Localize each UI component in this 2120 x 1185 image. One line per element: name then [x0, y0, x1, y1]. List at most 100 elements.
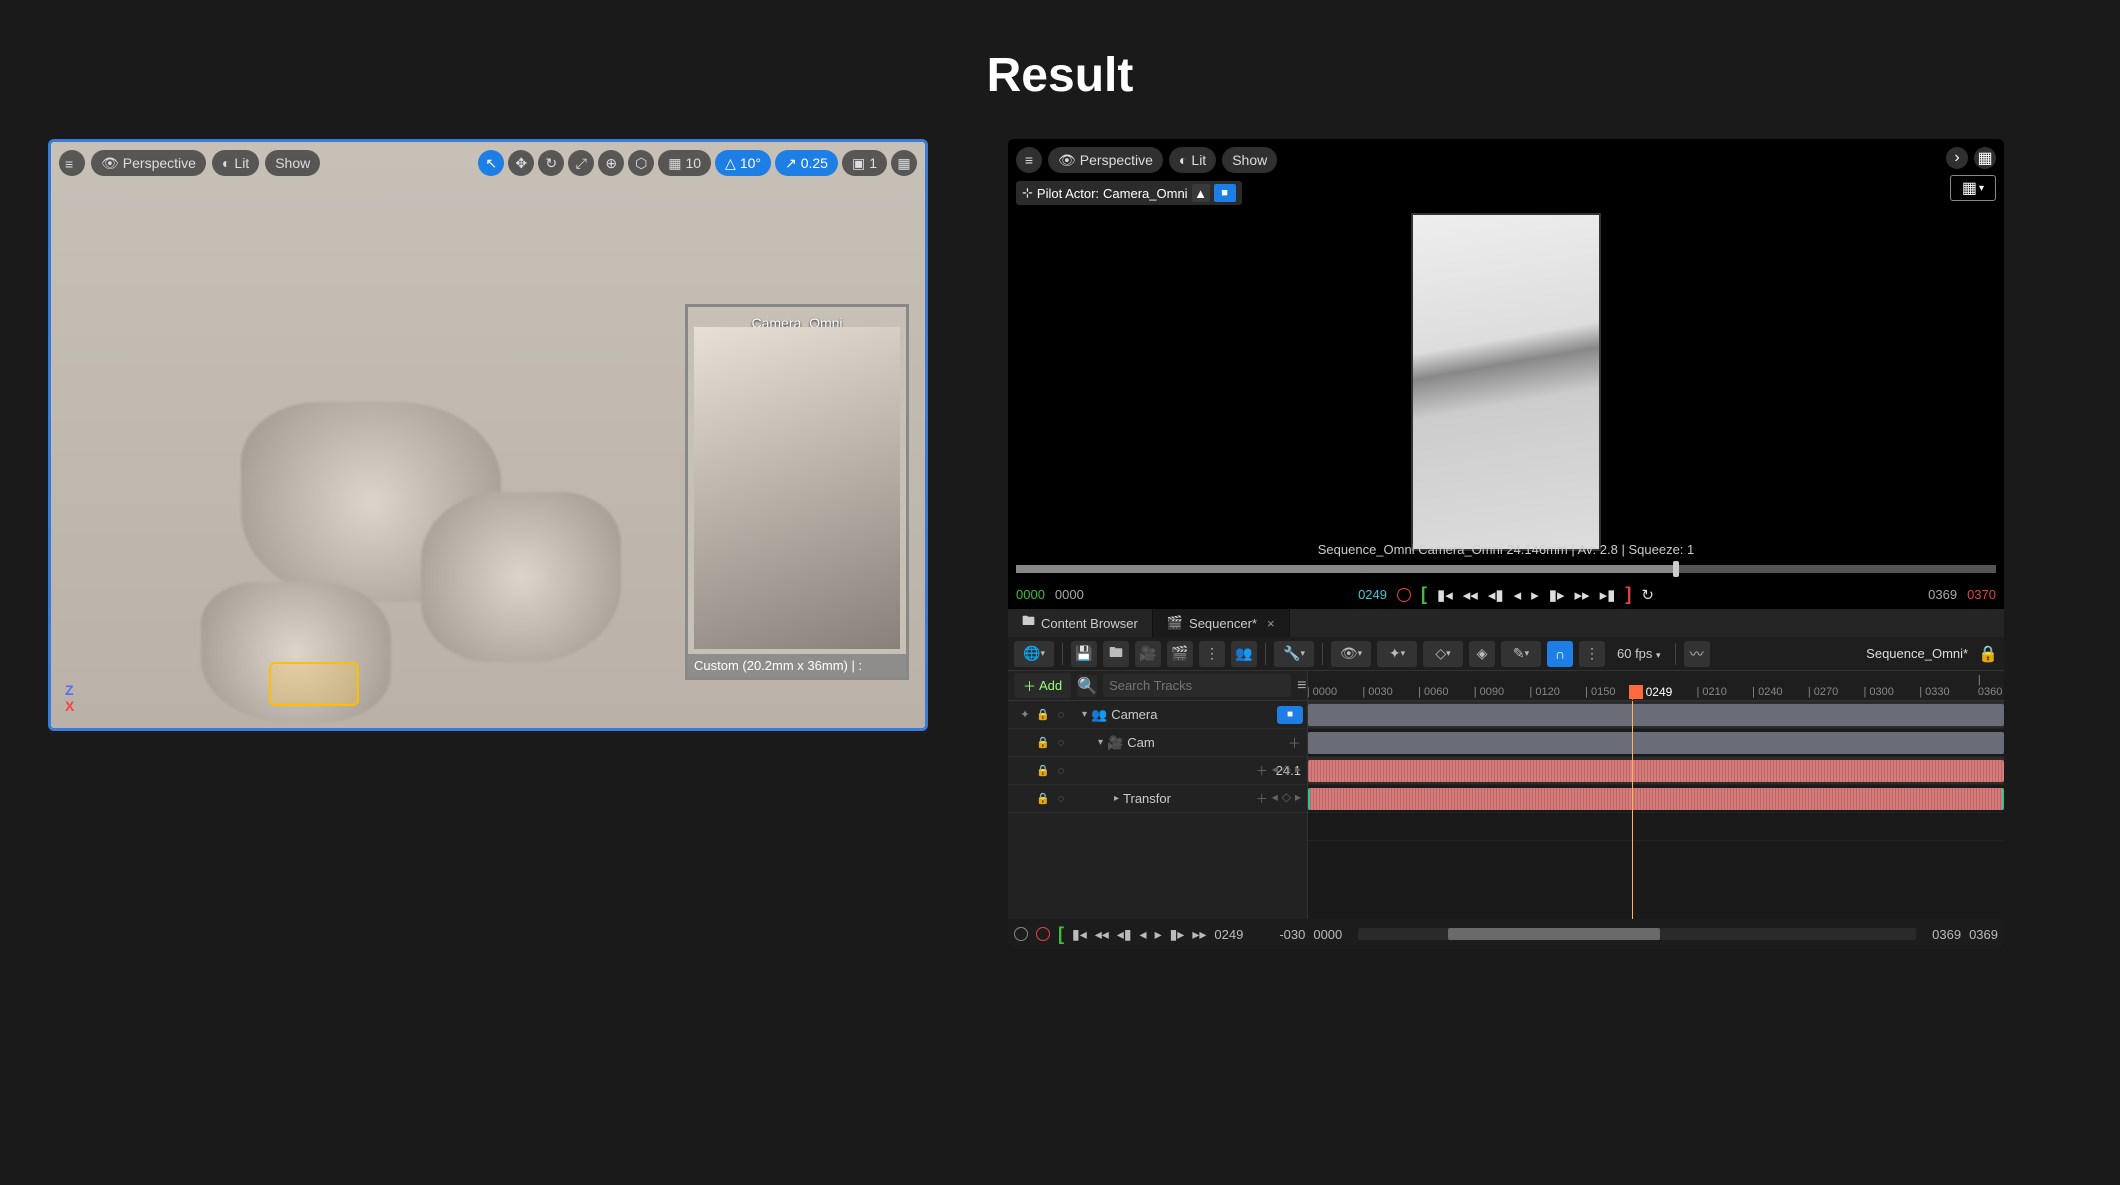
wrench-dropdown[interactable]: 🔧▾ [1274, 641, 1314, 667]
range-in-button[interactable]: [ [1058, 924, 1064, 945]
translate-tool[interactable]: ✥ [508, 150, 534, 176]
show-dropdown[interactable]: Show [265, 150, 320, 176]
eye-dropdown[interactable]: 👁▾ [1331, 641, 1371, 667]
select-tool[interactable]: ↖ [478, 150, 504, 176]
frame-forward-button[interactable]: ▮▸ [1549, 586, 1565, 604]
viewport-menu-button[interactable]: ≡ [1016, 147, 1042, 173]
lock-icon[interactable]: 🔒 [1034, 792, 1052, 805]
director-button[interactable]: 🎬 [1167, 641, 1193, 667]
go-to-end-button[interactable]: ▸▮ [1600, 586, 1616, 604]
play-button[interactable]: ▸ [1531, 586, 1539, 604]
solo-icon[interactable]: ◌ [1052, 765, 1070, 777]
go-to-start-button[interactable]: ▮◂ [1072, 926, 1087, 943]
play-reverse-button[interactable]: ◂ [1514, 586, 1522, 604]
scale-tool[interactable]: ⤢ [568, 150, 594, 176]
add-key-button[interactable]: ＋ [1288, 733, 1301, 752]
track-row-transform[interactable]: 🔒◌ ▸ Transfor ＋◂◇▸ [1008, 785, 1307, 813]
start-frame-green[interactable]: 0000 [1016, 587, 1045, 602]
save-button[interactable]: 💾 [1071, 641, 1097, 667]
play-button[interactable]: ▸ [1155, 926, 1162, 943]
curve-editor-button[interactable]: 〰 [1684, 641, 1710, 667]
rotate-tool[interactable]: ↻ [538, 150, 564, 176]
show-dropdown[interactable]: Show [1222, 147, 1277, 173]
clip-row-focal-length[interactable] [1308, 757, 2004, 785]
search-tracks-input[interactable] [1103, 674, 1291, 697]
step-forward-button[interactable]: ▸▸ [1192, 926, 1206, 943]
chevron-down-icon[interactable]: ▾ [1082, 709, 1087, 720]
play-reverse-button[interactable]: ◂ [1140, 926, 1147, 943]
snap-toggle[interactable]: ∩ [1547, 641, 1573, 667]
surface-snap-toggle[interactable]: ⬡ [628, 150, 654, 176]
track-row-camera[interactable]: 🔒◌ ▾ 🎥 Cam ＋ [1008, 729, 1307, 757]
viewport-menu-button[interactable]: ≡ [59, 150, 85, 176]
lock-icon[interactable]: 🔒 [1034, 708, 1052, 721]
camera-active-button[interactable]: ■ [1214, 184, 1236, 202]
world-dropdown[interactable]: 🌐▾ [1014, 641, 1054, 667]
timeline-ruler[interactable]: | 0000| 0030| 0060| 0090| 0120| 0150| 01… [1308, 671, 2004, 701]
record-button[interactable] [1036, 927, 1050, 941]
keyframe-controls[interactable]: ＋◂◇▸ [1256, 762, 1301, 779]
viewport-left[interactable]: ≡ 👁Perspective ◐Lit Show ↖ ✥ ↻ ⤢ ⊕ ⬡ ▦10… [48, 139, 928, 731]
eject-pilot-button[interactable]: ▲ [1192, 184, 1210, 202]
solo-icon[interactable]: ◌ [1052, 737, 1070, 749]
cinematic-viewport[interactable]: ≡ 👁Perspective ◐Lit Show › ▦ ▦▾ ⊹ Pilot … [1008, 139, 2004, 609]
lit-dropdown[interactable]: ◐Lit [212, 150, 259, 176]
record-button[interactable] [1397, 588, 1411, 602]
range-scrollbar[interactable] [1358, 928, 1916, 940]
timeline[interactable]: | 0000| 0030| 0060| 0090| 0120| 0150| 01… [1308, 671, 2004, 919]
tab-content-browser[interactable]: 🖿Content Browser [1008, 609, 1153, 637]
range-out-button[interactable]: ] [1625, 584, 1631, 605]
tab-close-button[interactable]: × [1267, 616, 1275, 631]
grid-snap-value[interactable]: ▦10 [658, 150, 711, 176]
step-back-button[interactable]: ◂◂ [1463, 586, 1478, 604]
perspective-dropdown[interactable]: 👁Perspective [1048, 147, 1163, 173]
fps-dropdown[interactable]: 60 fps ▾ [1611, 646, 1667, 661]
mute-icon[interactable]: ✦ [1016, 708, 1034, 721]
viewport-grid-dropdown[interactable]: ▦▾ [1950, 175, 1996, 201]
playhead[interactable]: 0249 [1632, 685, 1633, 700]
snap-options-button[interactable]: ⋮ [1579, 641, 1605, 667]
track-row-camera-cuts[interactable]: ✦🔒◌ ▾ 👥 Camera ■ [1008, 701, 1307, 729]
actions-dropdown[interactable]: ⋮ [1199, 641, 1225, 667]
tab-sequencer[interactable]: 🎬Sequencer*× [1153, 609, 1290, 637]
angle-snap-value[interactable]: △10° [715, 150, 771, 176]
step-back-button[interactable]: ◂◂ [1095, 926, 1109, 943]
view-dropdown[interactable]: 👥 [1231, 641, 1257, 667]
active-camera-badge[interactable]: ■ [1277, 706, 1303, 724]
camera-speed[interactable]: ▣1 [842, 150, 887, 176]
end-frame[interactable]: 0369 [1928, 587, 1957, 602]
clip-row-camera-cuts[interactable] [1308, 701, 2004, 729]
current-frame-field[interactable]: 0249 [1214, 927, 1243, 942]
lit-dropdown[interactable]: ◐Lit [1169, 147, 1216, 173]
scale-snap-value[interactable]: ↗0.25 [775, 150, 838, 176]
coord-space-toggle[interactable]: ⊕ [598, 150, 624, 176]
sequence-breadcrumb[interactable]: Sequence_Omni* [1866, 646, 1972, 661]
clip-row-transform[interactable] [1308, 785, 2004, 813]
chevron-right-icon[interactable]: ▸ [1114, 793, 1119, 804]
range-thumb[interactable] [1448, 928, 1660, 940]
autokey-button[interactable]: ◈ [1469, 641, 1495, 667]
chevron-down-icon[interactable]: ▾ [1098, 737, 1103, 748]
lock-icon[interactable]: 🔒 [1978, 644, 1998, 664]
solo-icon[interactable]: ◌ [1052, 793, 1070, 805]
sparkle-dropdown[interactable]: ✦▾ [1377, 641, 1417, 667]
key-dropdown[interactable]: ◇▾ [1423, 641, 1463, 667]
loop-button[interactable]: ↻ [1641, 586, 1654, 604]
render-button[interactable]: 🎥 [1135, 641, 1161, 667]
viewport-layout-button[interactable]: ▦ [891, 150, 917, 176]
current-frame-display[interactable]: 0249 [1358, 587, 1387, 602]
out-frame[interactable]: 0370 [1967, 587, 1996, 602]
perspective-dropdown[interactable]: 👁Perspective [91, 150, 206, 176]
go-to-start-button[interactable]: ▮◂ [1437, 586, 1453, 604]
filter-button[interactable]: ≡ [1297, 675, 1306, 697]
clip-row-camera[interactable] [1308, 729, 2004, 757]
lock-icon[interactable]: 🔒 [1034, 736, 1052, 749]
range-in-button[interactable]: [ [1421, 584, 1427, 605]
track-row-focal-length[interactable]: 🔒◌ 24.1 ＋◂◇▸ [1008, 757, 1307, 785]
info-button[interactable] [1014, 927, 1028, 941]
browse-button[interactable]: 🖿 [1103, 641, 1129, 667]
keyframe-controls[interactable]: ＋◂◇▸ [1256, 790, 1301, 807]
frame-back-button[interactable]: ◂▮ [1488, 586, 1504, 604]
frame-forward-button[interactable]: ▮▸ [1170, 926, 1185, 943]
add-track-button[interactable]: ＋Add [1014, 673, 1071, 698]
